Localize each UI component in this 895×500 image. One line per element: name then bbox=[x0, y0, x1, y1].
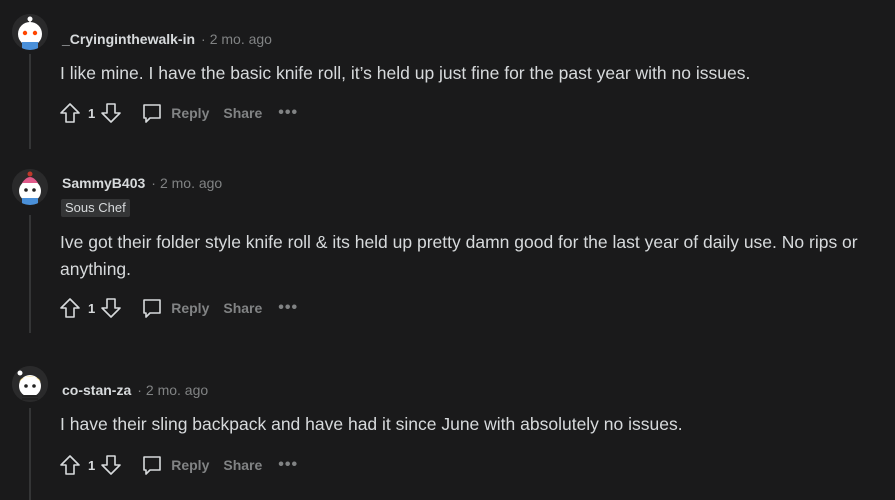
downvote-button[interactable] bbox=[99, 296, 123, 320]
vote-count: 1 bbox=[88, 105, 96, 121]
share-button[interactable]: Share bbox=[223, 105, 262, 121]
timestamp[interactable]: 2 mo. ago bbox=[160, 175, 222, 191]
downvote-button[interactable] bbox=[99, 453, 123, 477]
upvote-icon bbox=[60, 298, 80, 318]
comment-meta: _Cryinginthewalk-in · 2 mo. ago bbox=[62, 30, 272, 48]
upvote-icon bbox=[60, 455, 80, 475]
reply-label: Reply bbox=[171, 300, 210, 316]
user-flair: Sous Chef bbox=[61, 199, 130, 217]
reply-label: Reply bbox=[171, 457, 210, 473]
timestamp[interactable]: 2 mo. ago bbox=[210, 31, 272, 47]
thread-line[interactable] bbox=[29, 215, 31, 333]
share-button[interactable]: Share bbox=[223, 300, 262, 316]
comment: SammyB403 · 2 mo. ago Sous Chef Ive got th… bbox=[0, 155, 895, 350]
separator: · bbox=[201, 31, 206, 47]
comment-body: I have their sling backpack and have had… bbox=[60, 414, 683, 434]
downvote-icon bbox=[101, 298, 122, 318]
comment-body: I like mine. I have the basic knife roll… bbox=[60, 63, 751, 83]
comment-feed: _Cryinginthewalk-in · 2 mo. ago I like min… bbox=[0, 0, 895, 500]
action-bar: 1 Reply Share ••• bbox=[58, 99, 298, 127]
comment-bubble-icon bbox=[143, 456, 162, 475]
vote-count: 1 bbox=[88, 457, 96, 473]
thread-line[interactable] bbox=[29, 54, 31, 149]
separator: · bbox=[137, 382, 142, 398]
upvote-button[interactable] bbox=[58, 453, 82, 477]
comment-body: Ive got their folder style knife roll & … bbox=[60, 232, 858, 279]
downvote-icon bbox=[101, 103, 122, 123]
reply-button[interactable]: Reply bbox=[141, 297, 209, 319]
thread-line[interactable] bbox=[29, 408, 31, 500]
cupcake-avatar-icon[interactable] bbox=[12, 169, 48, 205]
reply-label: Reply bbox=[171, 105, 210, 121]
timestamp[interactable]: 2 mo. ago bbox=[146, 382, 208, 398]
share-button[interactable]: Share bbox=[223, 457, 262, 473]
comment-bubble-icon bbox=[143, 299, 162, 318]
separator: · bbox=[151, 175, 156, 191]
upvote-button[interactable] bbox=[58, 296, 82, 320]
more-options-icon[interactable]: ••• bbox=[278, 104, 298, 122]
action-bar: 1 Reply Share ••• bbox=[58, 294, 298, 322]
upvote-button[interactable] bbox=[58, 101, 82, 125]
comment: co-stan-za · 2 mo. ago I have their sling … bbox=[0, 350, 895, 500]
reply-button[interactable]: Reply bbox=[141, 102, 209, 124]
username[interactable]: co-stan-za bbox=[62, 382, 131, 398]
vote-count: 1 bbox=[88, 300, 96, 316]
downvote-button[interactable] bbox=[99, 101, 123, 125]
comment-meta: SammyB403 · 2 mo. ago bbox=[62, 174, 222, 192]
comment: _Cryinginthewalk-in · 2 mo. ago I like min… bbox=[0, 0, 895, 155]
downvote-icon bbox=[101, 455, 122, 475]
comment-bubble-icon bbox=[143, 104, 162, 123]
robot-avatar-icon[interactable] bbox=[12, 14, 48, 50]
action-bar: 1 Reply Share ••• bbox=[58, 451, 298, 479]
blonde-avatar-icon[interactable] bbox=[12, 366, 48, 402]
username[interactable]: _Cryinginthewalk-in bbox=[62, 31, 195, 47]
more-options-icon[interactable]: ••• bbox=[278, 456, 298, 474]
username[interactable]: SammyB403 bbox=[62, 175, 145, 191]
more-options-icon[interactable]: ••• bbox=[278, 299, 298, 317]
comment-meta: co-stan-za · 2 mo. ago bbox=[62, 381, 208, 399]
upvote-icon bbox=[60, 103, 80, 123]
reply-button[interactable]: Reply bbox=[141, 454, 209, 476]
